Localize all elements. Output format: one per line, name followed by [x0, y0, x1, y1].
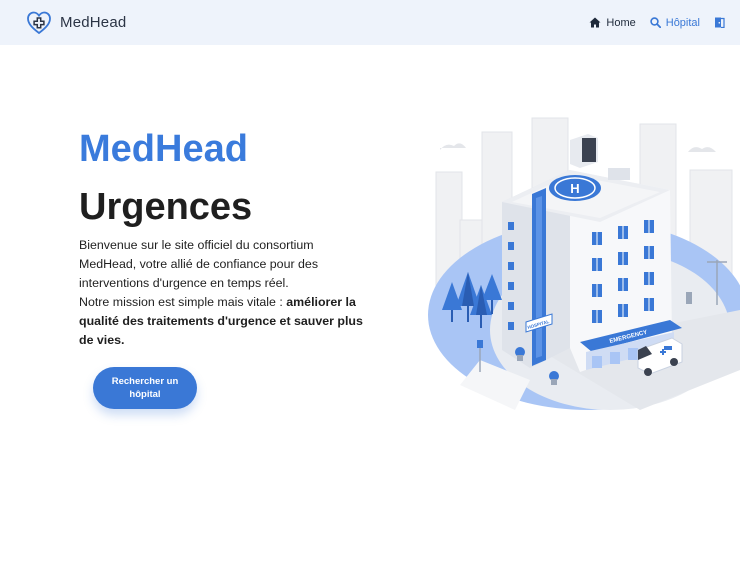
nav-hospital-link[interactable]: Hôpital — [650, 17, 700, 29]
nav-links: Home Hôpital — [589, 17, 726, 29]
top-navbar: MedHead Home Hôpital — [0, 0, 740, 45]
home-icon — [589, 17, 601, 28]
logout-button[interactable] — [714, 17, 726, 28]
nav-hospital-label: Hôpital — [665, 16, 700, 29]
hero-mission-text: Notre mission est simple mais vitale : — [79, 295, 287, 309]
hospital-illustration: H HOSPITAL EMERGENCY — [428, 117, 740, 410]
hero-intro-text: Bienvenue sur le site officiel du consor… — [79, 238, 319, 290]
door-exit-icon — [715, 17, 725, 28]
nav-home-link[interactable]: Home — [589, 16, 636, 29]
nav-home-label: Home — [606, 16, 636, 29]
hero-subtitle: Urgences — [79, 186, 253, 228]
svg-text:H: H — [570, 181, 579, 196]
hero-description: Bienvenue sur le site officiel du consor… — [79, 236, 369, 350]
hero-title: MedHead — [79, 128, 248, 170]
search-hospital-button[interactable]: Rechercher un hôpital — [93, 367, 197, 409]
brand-link[interactable]: MedHead — [26, 10, 126, 36]
heart-cross-logo-icon — [27, 11, 51, 34]
search-icon — [650, 17, 661, 28]
brand-name: MedHead — [60, 14, 127, 31]
